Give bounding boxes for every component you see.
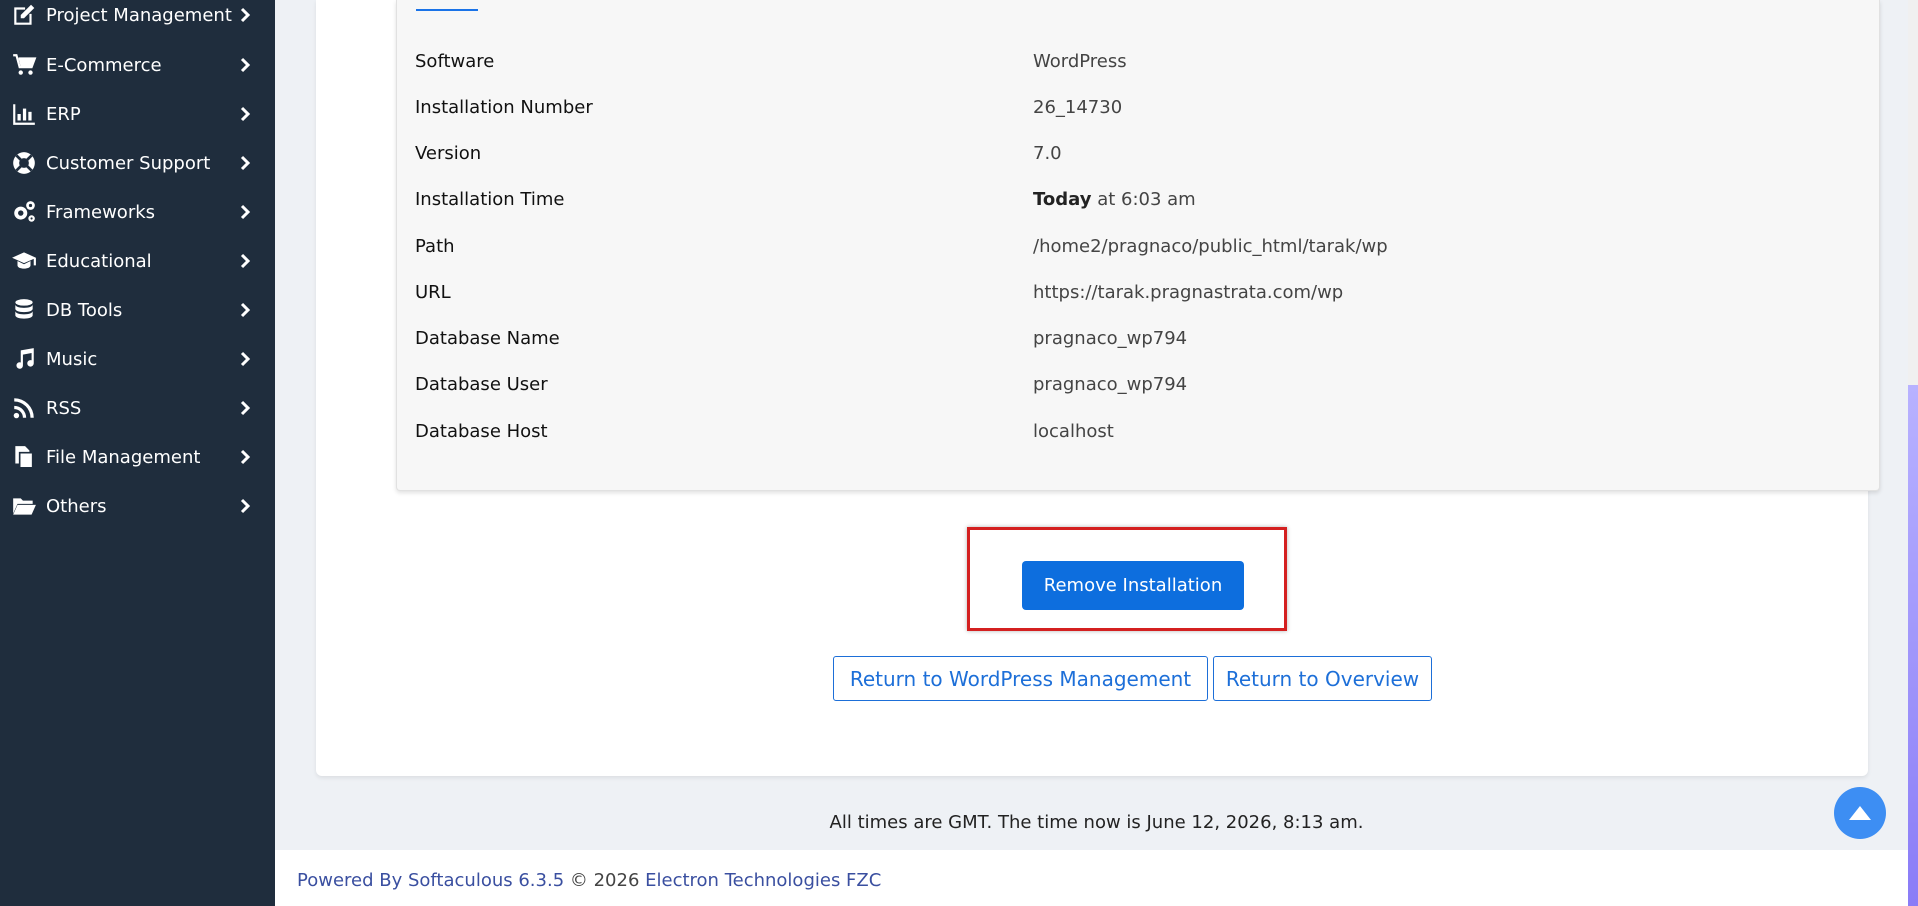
database-icon — [10, 296, 38, 324]
scrollbar-thumb[interactable] — [1908, 385, 1918, 906]
detail-value: 7.0 — [1033, 143, 1062, 164]
chevron-right-icon — [235, 300, 255, 320]
rss-icon — [10, 394, 38, 422]
sidebar-item-erp[interactable]: ERP — [0, 94, 275, 134]
sidebar-item-label: E-Commerce — [46, 54, 162, 76]
copyright-text: © 2026 — [564, 870, 646, 891]
edit-icon — [10, 1, 38, 29]
lifebuoy-icon — [10, 149, 38, 177]
detail-value: Today at 6:03 am — [1033, 189, 1196, 210]
sidebar: Project Management E-Commerce ERP Custom… — [0, 0, 275, 906]
detail-key: Path — [415, 236, 455, 257]
detail-row-version: Version 7.0 — [415, 143, 1855, 189]
sidebar-item-label: Customer Support — [46, 152, 211, 174]
detail-row-database-user: Database User pragnaco_wp794 — [415, 374, 1855, 420]
gears-icon — [10, 198, 38, 226]
detail-value: localhost — [1033, 421, 1114, 442]
detail-row-installation-number: Installation Number 26_14730 — [415, 97, 1855, 143]
sidebar-item-label: Educational — [46, 250, 152, 272]
chevron-right-icon — [235, 496, 255, 516]
sidebar-item-educational[interactable]: Educational — [0, 241, 275, 281]
music-icon — [10, 345, 38, 373]
sidebar-item-project-management[interactable]: Project Management — [0, 0, 275, 35]
detail-value: https://tarak.pragnastrata.com/wp — [1033, 282, 1344, 303]
company-link[interactable]: Electron Technologies FZC — [645, 870, 881, 891]
sidebar-item-e-commerce[interactable]: E-Commerce — [0, 45, 275, 85]
cart-icon — [10, 51, 38, 79]
sidebar-item-label: ERP — [46, 103, 81, 125]
detail-key: Installation Time — [415, 189, 565, 210]
scroll-to-top-button[interactable] — [1834, 787, 1886, 839]
sidebar-item-others[interactable]: Others — [0, 486, 275, 526]
bar-chart-icon — [10, 100, 38, 128]
detail-key: Version — [415, 143, 482, 164]
times-note: All times are GMT. The time now is June … — [829, 812, 1364, 833]
chevron-right-icon — [235, 251, 255, 271]
arrow-up-icon — [1849, 806, 1871, 820]
sidebar-item-music[interactable]: Music — [0, 339, 275, 379]
chevron-right-icon — [235, 398, 255, 418]
graduation-cap-icon — [10, 247, 38, 275]
detail-value: WordPress — [1033, 51, 1127, 72]
chevron-right-icon — [235, 55, 255, 75]
sidebar-item-label: Music — [46, 348, 98, 370]
detail-key: Installation Number — [415, 97, 593, 118]
sidebar-item-label: RSS — [46, 397, 82, 419]
powered-by-link[interactable]: Powered By Softaculous 6.3.5 — [297, 870, 564, 891]
files-icon — [10, 443, 38, 471]
chevron-right-icon — [235, 447, 255, 467]
detail-key: Database User — [415, 374, 548, 395]
detail-row-software: Software WordPress — [415, 51, 1855, 97]
detail-row-path: Path /home2/pragnaco/public_html/tarak/w… — [415, 236, 1855, 282]
detail-value-bold: Today — [1033, 189, 1092, 210]
detail-key: Software — [415, 51, 495, 72]
detail-value: /home2/pragnaco/public_html/tarak/wp — [1033, 236, 1388, 257]
sidebar-item-label: File Management — [46, 446, 201, 468]
sidebar-item-rss[interactable]: RSS — [0, 388, 275, 428]
sidebar-item-label: Project Management — [46, 4, 232, 26]
chevron-right-icon — [235, 153, 255, 173]
sidebar-item-customer-support[interactable]: Customer Support — [0, 143, 275, 183]
detail-value-rest: at 6:03 am — [1091, 189, 1196, 210]
return-wordpress-management-button[interactable]: Return to WordPress Management — [833, 656, 1208, 701]
remove-installation-button[interactable]: Remove Installation — [1022, 561, 1244, 610]
installation-panel: Software WordPress Installation Number 2… — [316, 0, 1880, 776]
chevron-right-icon — [235, 104, 255, 124]
sidebar-item-frameworks[interactable]: Frameworks — [0, 192, 275, 232]
detail-row-database-host: Database Host localhost — [415, 421, 1855, 467]
detail-key: Database Name — [415, 328, 560, 349]
tab-indicator — [416, 9, 478, 11]
chevron-right-icon — [235, 202, 255, 222]
detail-value: 26_14730 — [1033, 97, 1123, 118]
detail-value: pragnaco_wp794 — [1033, 328, 1188, 349]
detail-key: Database Host — [415, 421, 548, 442]
return-overview-button[interactable]: Return to Overview — [1213, 656, 1432, 701]
detail-row-url: URL https://tarak.pragnastrata.com/wp — [415, 282, 1855, 328]
chevron-right-icon — [235, 5, 255, 25]
sidebar-item-file-management[interactable]: File Management — [0, 437, 275, 477]
main-content: Software WordPress Installation Number 2… — [275, 0, 1918, 906]
sidebar-item-db-tools[interactable]: DB Tools — [0, 290, 275, 330]
detail-value: pragnaco_wp794 — [1033, 374, 1188, 395]
chevron-right-icon — [235, 349, 255, 369]
sidebar-item-label: DB Tools — [46, 299, 123, 321]
footer-text: Powered By Softaculous 6.3.5 © 2026 Elec… — [297, 870, 881, 891]
sidebar-item-label: Frameworks — [46, 201, 156, 223]
folder-open-icon — [10, 492, 38, 520]
footer: Powered By Softaculous 6.3.5 © 2026 Elec… — [275, 850, 1918, 906]
detail-row-installation-time: Installation Time Today at 6:03 am — [415, 189, 1855, 235]
sidebar-item-label: Others — [46, 495, 107, 517]
detail-row-database-name: Database Name pragnaco_wp794 — [415, 328, 1855, 374]
detail-key: URL — [415, 282, 451, 303]
